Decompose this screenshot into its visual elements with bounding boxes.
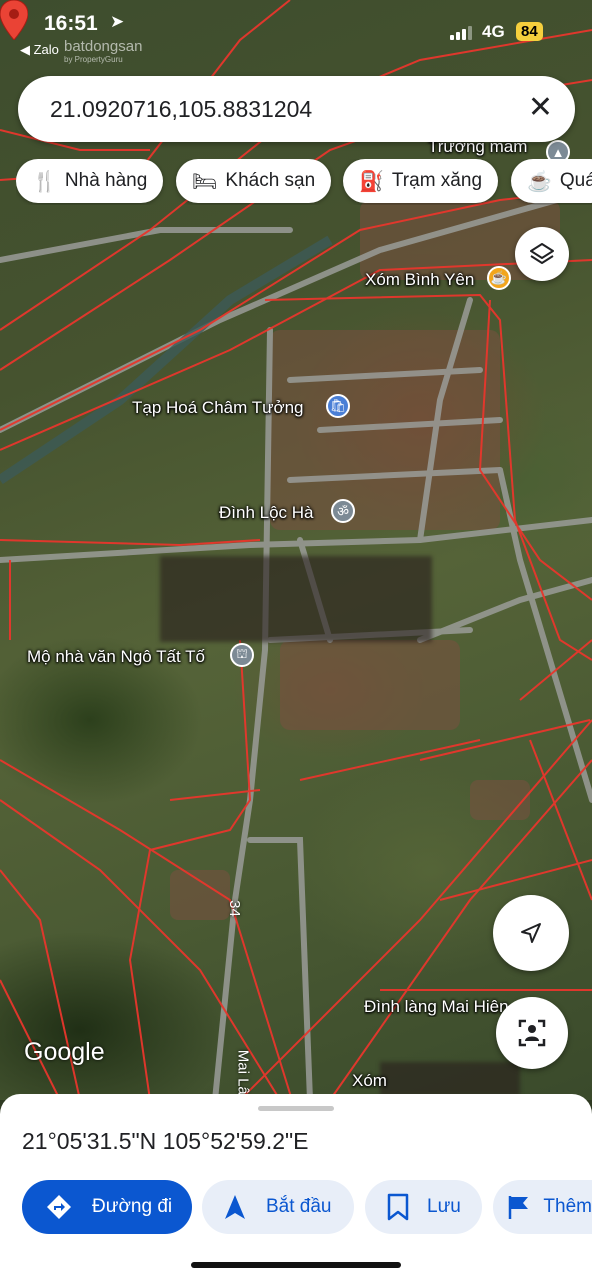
- more-button[interactable]: Thêm: [493, 1180, 592, 1234]
- chip-gas-stations[interactable]: ⛽ Trạm xăng: [343, 159, 499, 203]
- road-number-34: 34: [225, 900, 243, 917]
- flag-icon: [501, 1194, 537, 1220]
- network-type: 4G: [482, 22, 505, 41]
- bookmark-icon: [375, 1193, 421, 1221]
- watermark: batdongsan by PropertyGuru: [64, 38, 142, 64]
- shopping-bag-icon[interactable]: 🛍: [326, 394, 350, 418]
- search-query[interactable]: 21.0920716,105.8831204: [50, 96, 312, 123]
- map-label-tap-hoa[interactable]: Tạp Hoá Châm Tưởng: [132, 398, 304, 418]
- street-view-button[interactable]: [496, 997, 568, 1069]
- chip-coffee[interactable]: ☕ Quá: [511, 159, 592, 203]
- google-logo: Google: [24, 1038, 105, 1066]
- hotel-icon: 🛏: [192, 170, 218, 193]
- temple-icon[interactable]: ॐ: [331, 499, 355, 523]
- my-location-button[interactable]: [493, 895, 569, 971]
- navigation-arrow-icon: [521, 923, 541, 943]
- restaurant-icon: 🍴: [32, 170, 57, 193]
- more-label: Thêm: [543, 1196, 592, 1217]
- road-name-mai-lam: Mai Lâm: [234, 1049, 252, 1100]
- directions-icon: [36, 1194, 82, 1220]
- map-label-mo-nha-van[interactable]: Mộ nhà văn Ngô Tất Tố: [27, 647, 205, 667]
- status-time: 16:51: [44, 12, 98, 35]
- layers-button[interactable]: [515, 227, 569, 281]
- signal-icon: [450, 26, 472, 40]
- home-indicator[interactable]: [191, 1262, 401, 1268]
- chip-label: Quá: [559, 170, 592, 191]
- coordinates-text: 21°05'31.5"N 105°52'59.2"E: [22, 1128, 309, 1154]
- coffee-icon: ☕: [527, 170, 552, 193]
- close-icon[interactable]: ✕: [528, 90, 553, 126]
- map-label-xom-binh-yen[interactable]: Xóm Bình Yên: [365, 270, 474, 290]
- cafe-icon[interactable]: ☕: [487, 266, 511, 290]
- start-button[interactable]: Bắt đầu: [202, 1180, 354, 1234]
- save-label: Lưu: [427, 1196, 461, 1217]
- watermark-sub: by PropertyGuru: [64, 55, 123, 64]
- location-arrow-icon: ➤: [110, 12, 125, 31]
- monument-icon[interactable]: ⛫: [230, 643, 254, 667]
- blurred-area: [160, 556, 432, 642]
- back-to-app-link[interactable]: ◀ Zalo: [20, 42, 59, 58]
- map-label-dinh-loc-ha[interactable]: Đình Lộc Hà: [219, 503, 314, 523]
- map-label-xom-partial[interactable]: Xóm: [352, 1071, 387, 1091]
- watermark-text: batdongsan: [64, 38, 143, 55]
- status-bar: 16:51 ➤ ◀ Zalo batdongsan by PropertyGur…: [0, 0, 592, 66]
- navigation-arrow-icon: [212, 1194, 258, 1220]
- save-button[interactable]: Lưu: [365, 1180, 482, 1234]
- sheet-drag-handle[interactable]: [258, 1106, 334, 1111]
- layers-icon: [530, 243, 554, 264]
- start-label: Bắt đầu: [266, 1196, 332, 1217]
- chip-label: Nhà hàng: [64, 170, 148, 191]
- bottom-sheet[interactable]: 21°05'31.5"N 105°52'59.2"E Đường đi Bắt …: [0, 1094, 592, 1280]
- chip-label: Trạm xăng: [391, 170, 483, 191]
- directions-label: Đường đi: [92, 1196, 173, 1217]
- category-chips: 🍴 Nhà hàng 🛏 Khách sạn ⛽ Trạm xăng ☕ Quá: [16, 159, 592, 205]
- gas-station-icon: ⛽: [359, 170, 384, 193]
- chip-restaurants[interactable]: 🍴 Nhà hàng: [16, 159, 164, 203]
- street-view-icon: [518, 1019, 546, 1047]
- chip-hotels[interactable]: 🛏 Khách sạn: [176, 159, 332, 203]
- battery-indicator: 84: [516, 22, 543, 41]
- chip-label: Khách sạn: [225, 170, 316, 191]
- directions-button[interactable]: Đường đi: [22, 1180, 192, 1234]
- blurred-area: [380, 1062, 520, 1096]
- search-bar[interactable]: 21.0920716,105.8831204 ✕: [18, 76, 575, 142]
